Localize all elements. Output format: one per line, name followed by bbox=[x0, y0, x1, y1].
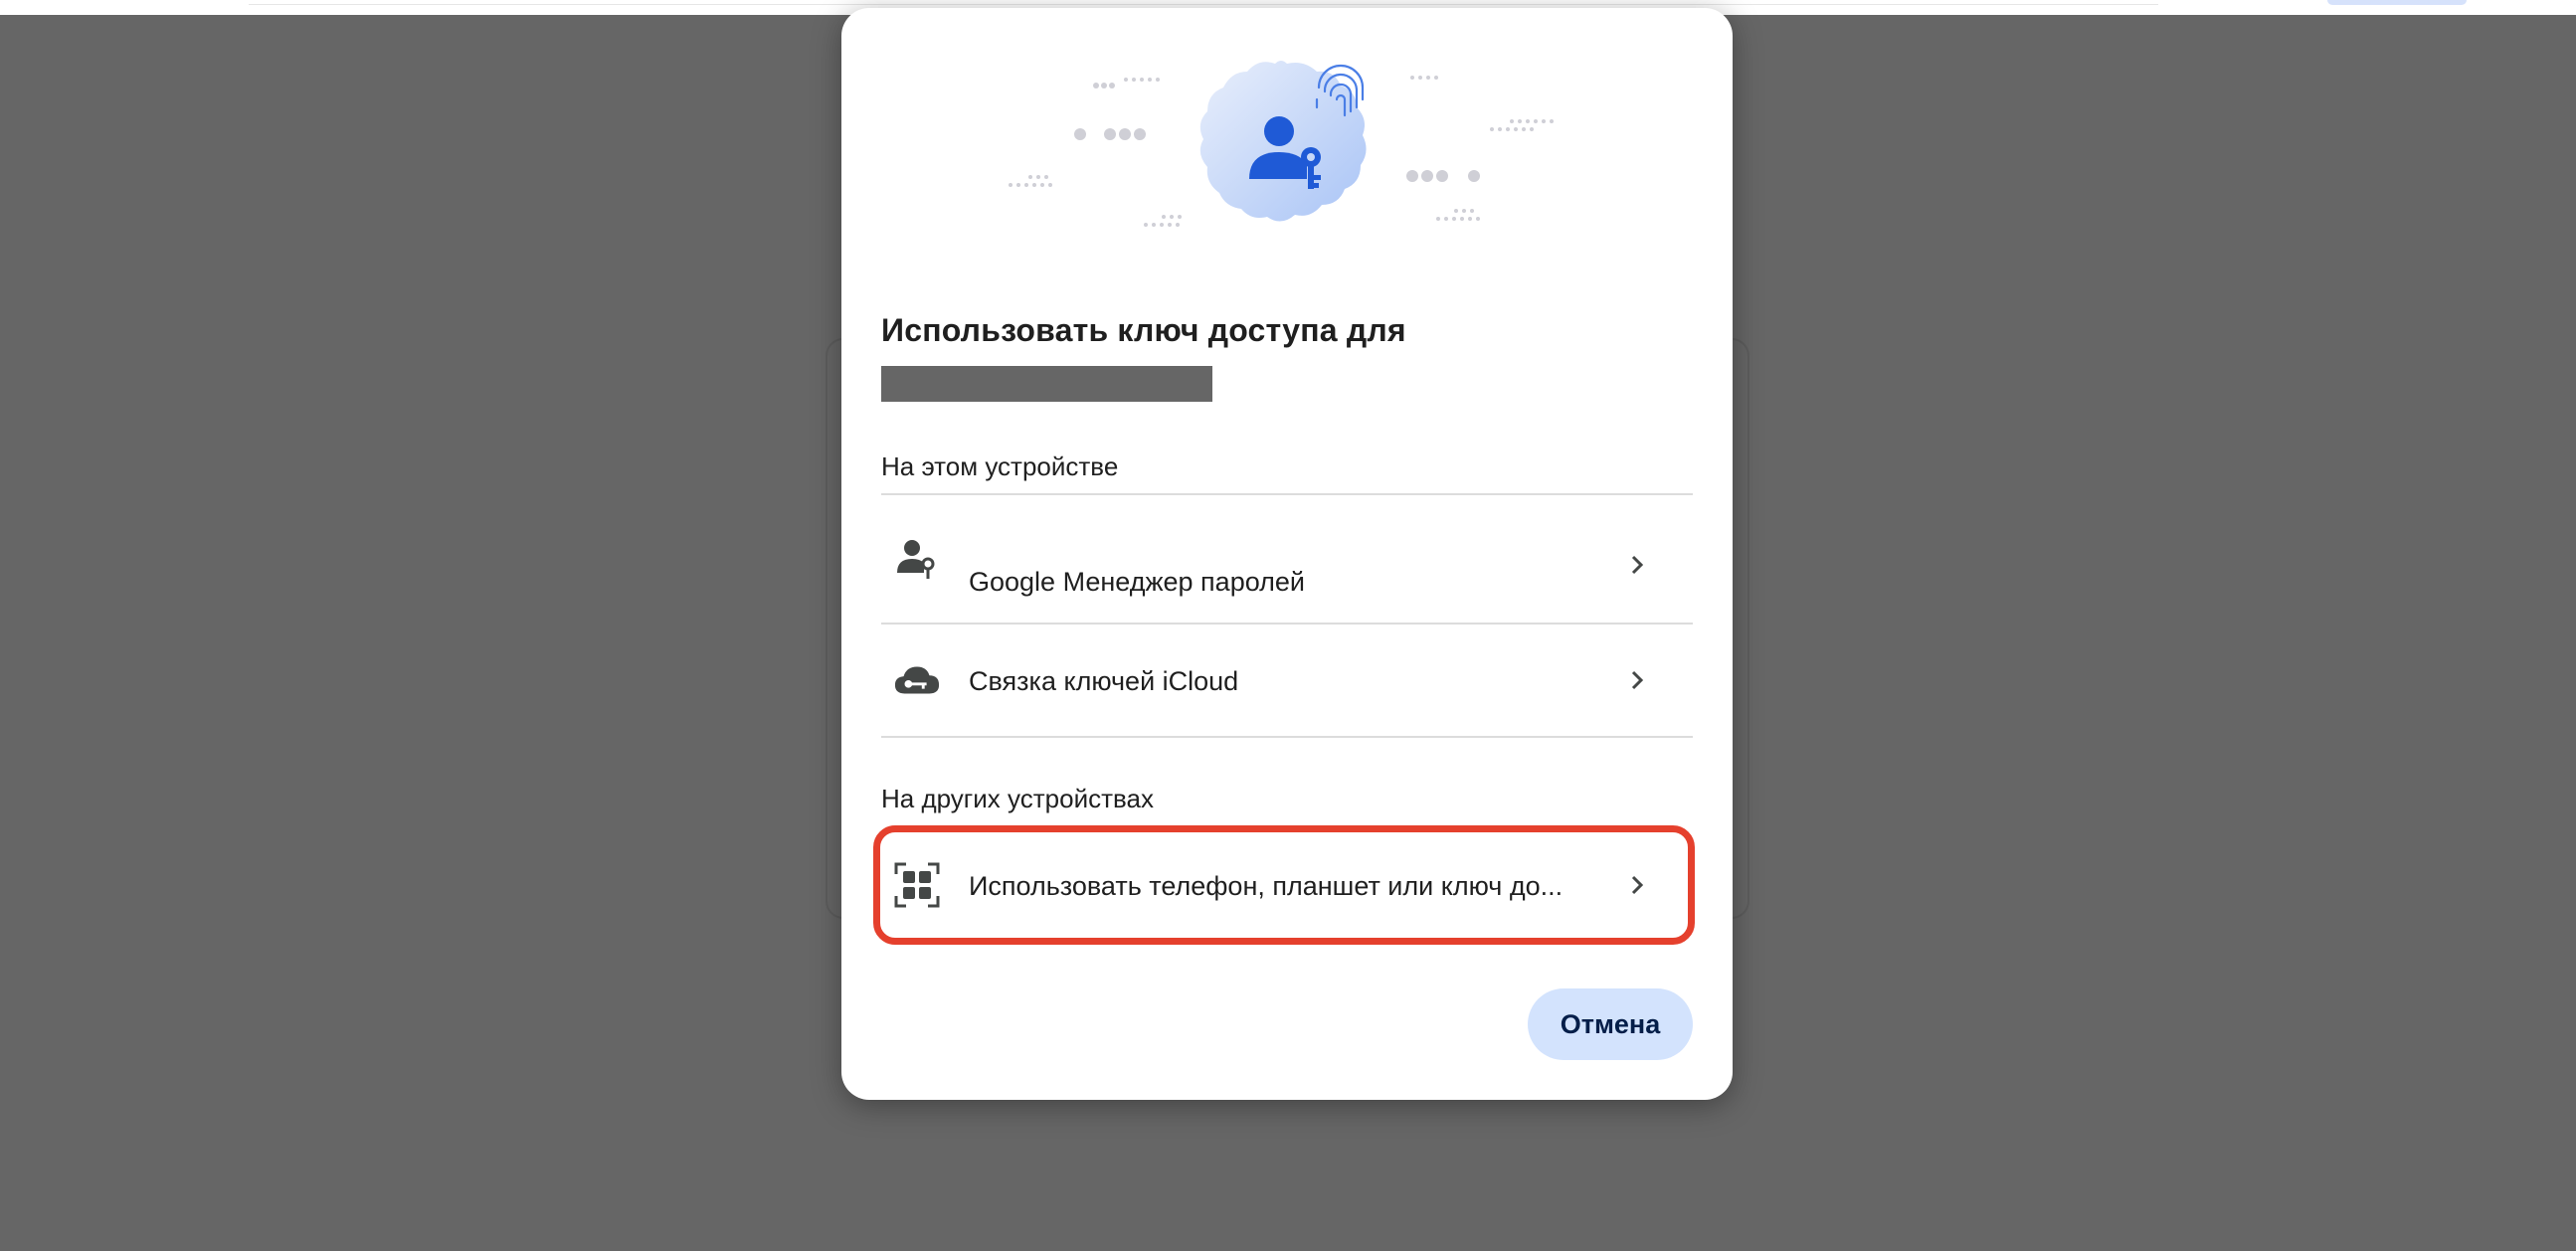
option-google-password-manager[interactable]: Google Менеджер паролей bbox=[881, 505, 1693, 623]
address-bar-edge bbox=[249, 0, 2158, 5]
chevron-right-icon bbox=[1631, 670, 1644, 690]
option-use-phone-tablet-or-security-key[interactable]: Использовать телефон, планшет или ключ д… bbox=[881, 829, 1693, 941]
option-label: Google Менеджер паролей bbox=[969, 567, 1305, 597]
section-label-other-devices: На других устройствах bbox=[881, 784, 1154, 813]
dialog-title: Использовать ключ доступа для bbox=[881, 312, 1406, 348]
person-key-icon bbox=[893, 535, 941, 583]
qr-code-icon bbox=[893, 861, 941, 909]
section-label-this-device: На этом устройстве bbox=[881, 451, 1119, 481]
cloud-key-icon bbox=[893, 656, 941, 704]
option-label: Связка ключей iCloud bbox=[969, 666, 1239, 696]
chevron-right-icon bbox=[1631, 875, 1644, 895]
divider bbox=[881, 493, 1693, 495]
option-icloud-keychain[interactable]: Связка ключей iCloud bbox=[881, 625, 1693, 736]
divider bbox=[881, 736, 1693, 738]
cancel-button[interactable]: Отмена bbox=[1528, 988, 1693, 1060]
toolbar-button-edge bbox=[2327, 0, 2467, 5]
passkey-dialog: Использовать ключ доступа для На этом ус… bbox=[841, 8, 1733, 1100]
option-label: Использовать телефон, планшет или ключ д… bbox=[969, 871, 1564, 901]
passkey-hero-illustration bbox=[1009, 61, 1554, 227]
redacted-account-name bbox=[881, 366, 1212, 402]
chevron-right-icon bbox=[1631, 555, 1644, 575]
